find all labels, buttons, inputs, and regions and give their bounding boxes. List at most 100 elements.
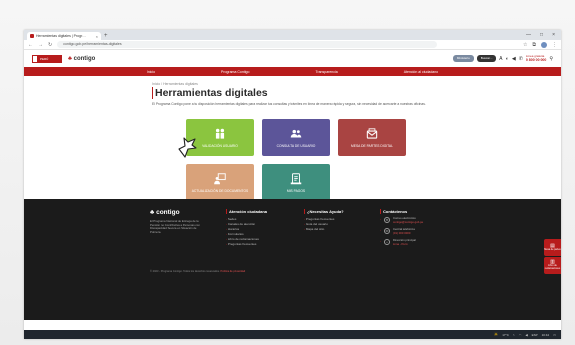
menu-item-transparencia[interactable]: Transparencia [315,70,337,74]
forward-icon[interactable]: → [38,42,43,48]
location-icon: ⌂ [384,239,390,246]
maximize-button[interactable]: □ [540,31,543,40]
extensions-icon[interactable]: ⧉ [532,42,536,48]
tab-strip: Herramientas digitales | Progr… × + — □ … [24,30,561,40]
privacy-link[interactable]: Política de privacidad [221,270,246,273]
browser-tab[interactable]: Herramientas digitales | Progr… × [27,32,101,40]
window-controls: — □ × [526,31,561,40]
footer-logo-text: contigo [156,209,180,216]
contact-text: Central telefónica (01) 000 0000 [393,227,415,236]
site-footer: ♣ contigo El Programa Nacional de Entreg… [24,199,561,320]
contact-link[interactable]: contigo@contigo.gob.pe [393,220,423,225]
gob-logo[interactable]: PERÚ [32,54,62,63]
tile-consulta-usuario[interactable]: Consulta de usuario [262,119,330,156]
tile-label: Consulta de usuario [276,144,316,148]
contigo-logo-text: contigo [73,55,96,62]
breadcrumb[interactable]: Inicio / Herramientas digitales [152,82,198,86]
person-board-icon [214,173,226,185]
system-tray: ☀ 17°C ˄ ◠ ◀ ESP 10:42 ▭ [494,332,556,338]
gob-label: PERÚ [40,56,49,61]
contact-item[interactable]: ☏ Central telefónica(01) 000 0000 [380,227,423,236]
back-icon[interactable]: ← [28,42,33,48]
notification-icon[interactable]: ▭ [553,333,556,337]
ministry-pill[interactable]: Ministerio [452,55,474,62]
menu-item-inicio[interactable]: Inicio [147,70,155,74]
minimize-button[interactable]: — [526,31,531,40]
phone-icon: ☏ [384,228,390,235]
text-size-icon[interactable]: Ꭺ [499,56,502,62]
footer-col-ayuda: ¿Necesitas Ayuda? Preguntas frecuentes G… [304,209,344,232]
menu-dots-icon[interactable]: ⋮ [552,42,557,48]
menu-item-atencion[interactable]: Atención al ciudadano [404,70,438,74]
tile-label: Mesa de partes digital [351,144,393,148]
tile-actualizacion[interactable]: Actualización de documentos [186,164,254,201]
tab-title: Herramientas digitales | Progr… [36,34,86,38]
reload-icon[interactable]: ↻ [48,42,52,48]
search-pill[interactable]: Buscar... [476,55,497,62]
profile-avatar[interactable] [541,41,547,48]
os-taskbar: ☀ 17°C ˄ ◠ ◀ ESP 10:42 ▭ [24,330,561,339]
weather-icon: ☀ [493,331,499,338]
clock-text[interactable]: 10:42 [542,333,550,337]
footer-col-atencion: Atención ciudadana Sedes Canales de aten… [226,209,267,247]
call-info[interactable]: Línea gratuita 0 800 00 000 [525,54,547,62]
contact-link[interactable]: (01) 000 0000 [393,231,415,236]
tile-label: Actualización de documentos [191,189,249,193]
main-menu: Inicio Programa Contigo Transparencia At… [24,67,561,76]
audio-icon[interactable]: ◀ [512,56,516,62]
footer-logo[interactable]: ♣ contigo [150,209,180,216]
tray-chevron-icon[interactable]: ˄ [513,333,515,337]
float-libro-reclamaciones-button[interactable]: ▥ Libro de reclamaciones [544,257,561,274]
document-icon [290,173,302,185]
floating-actions: ▤ Mesa de partes ▥ Libro de reclamacione… [544,239,561,275]
contigo-logo[interactable]: ♣ contigo [68,56,95,62]
contact-text: Correo electrónico contigo@contigo.gob.pe [393,216,423,225]
site-header: PERÚ ♣ contigo Ministerio Buscar... Ꭺ ◐ … [24,50,561,67]
favicon-icon [30,34,34,38]
browser-actions: ☆ ⧉ ⋮ [523,41,557,48]
float-label: Mesa de partes [544,247,561,251]
main-content: Inicio / Herramientas digitales Herramie… [24,76,561,201]
menu-item-programa[interactable]: Programa Contigo [221,70,249,74]
contact-text: Dirección principal Lima - Perú [393,239,416,246]
phone-icon: ✆ [518,55,523,62]
mail-icon: ✉ [384,217,390,223]
close-window-button[interactable]: × [552,31,555,40]
weather-text[interactable]: 17°C [502,333,509,337]
footer-col-contacto: Contáctenos ✉ Correo electrónicocontigo@… [380,209,423,251]
url-input[interactable]: contigo.gob.pe/herramientas-digitales [57,41,438,48]
footer-col-title: ¿Necesitas Ayuda? [304,209,344,214]
wifi-icon[interactable]: ◠ [519,333,522,337]
screen-frame: Herramientas digitales | Progr… × + — □ … [0,0,575,345]
new-tab-button[interactable]: + [104,32,108,40]
page-title: Herramientas digitales [152,87,268,99]
tile-mis-pagos[interactable]: Mis pagos [262,164,330,201]
contact-item[interactable]: ✉ Correo electrónicocontigo@contigo.gob.… [380,216,423,225]
star-icon[interactable]: ☆ [523,42,527,48]
call-number: 0 800 00 000 [525,57,547,62]
contact-item[interactable]: ⌂ Dirección principalLima - Perú [380,239,423,246]
language-text[interactable]: ESP [532,333,538,337]
volume-icon[interactable]: ◀ [525,333,527,337]
footer-col-title: Atención ciudadana [226,209,267,214]
tile-mesa-partes[interactable]: Mesa de partes digital [338,119,406,156]
footer-description: El Programa Nacional de Entrega de la Pe… [150,219,200,234]
envelope-icon [366,128,378,139]
users-icon [215,128,225,139]
search-icon[interactable]: ⚲ [549,56,553,62]
footer-link[interactable]: Preguntas frecuentes [226,242,267,247]
close-tab-icon[interactable]: × [96,34,98,39]
float-label: Libro de reclamaciones [544,264,561,270]
tile-label: Validación usuario [202,144,238,148]
contact-link[interactable]: Lima - Perú [393,242,416,247]
header-tools: Ministerio Buscar... Ꭺ ◐ ◀ ✆ Línea gratu… [452,54,553,62]
footer-legal: © 2023 - Programa Contigo. Todos los der… [150,270,250,274]
contrast-icon[interactable]: ◐ [506,56,509,62]
footer-link[interactable]: Mapa del sitio [304,227,344,232]
contigo-mark-icon: ♣ [68,55,72,62]
float-mesa-partes-button[interactable]: ▤ Mesa de partes [544,239,561,256]
browser-window: Herramientas digitales | Progr… × + — □ … [24,30,561,339]
intro-text: El Programa Contigo pone a tu disposició… [152,102,426,106]
address-bar: ← → ↻ contigo.gob.pe/herramientas-digita… [24,40,561,50]
people-card-icon [290,129,302,138]
